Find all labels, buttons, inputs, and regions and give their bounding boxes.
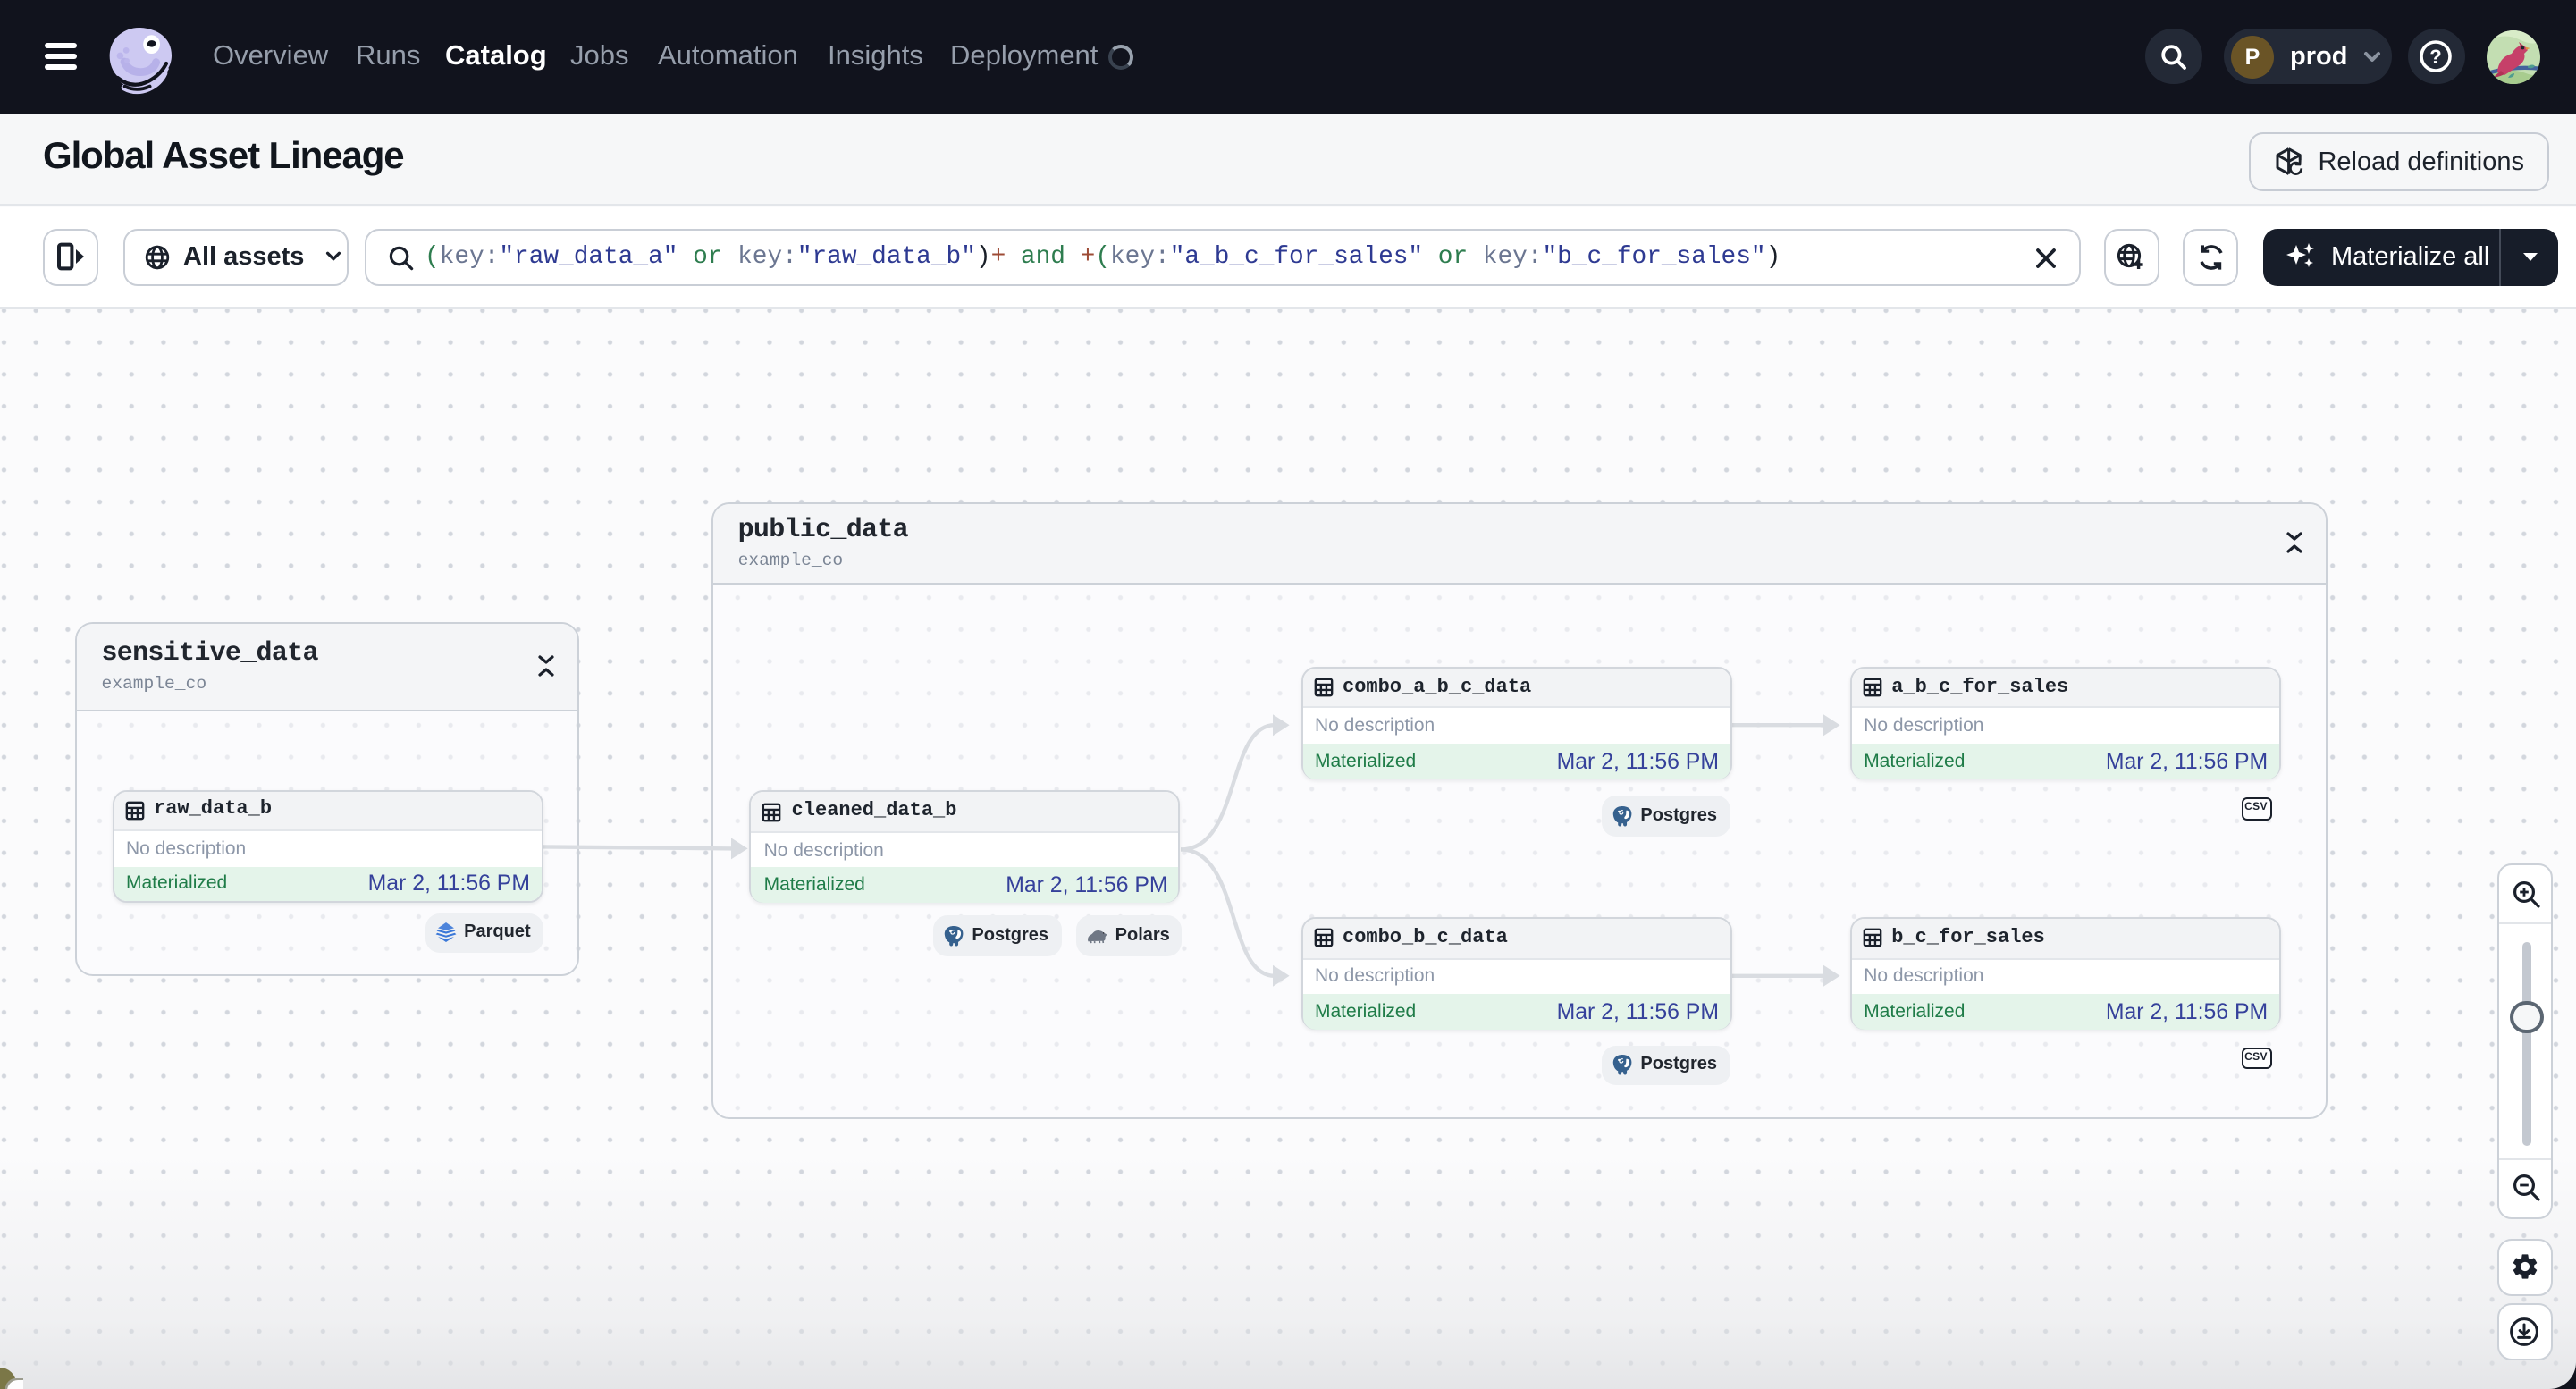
svg-text:?: ?: [2430, 46, 2442, 68]
